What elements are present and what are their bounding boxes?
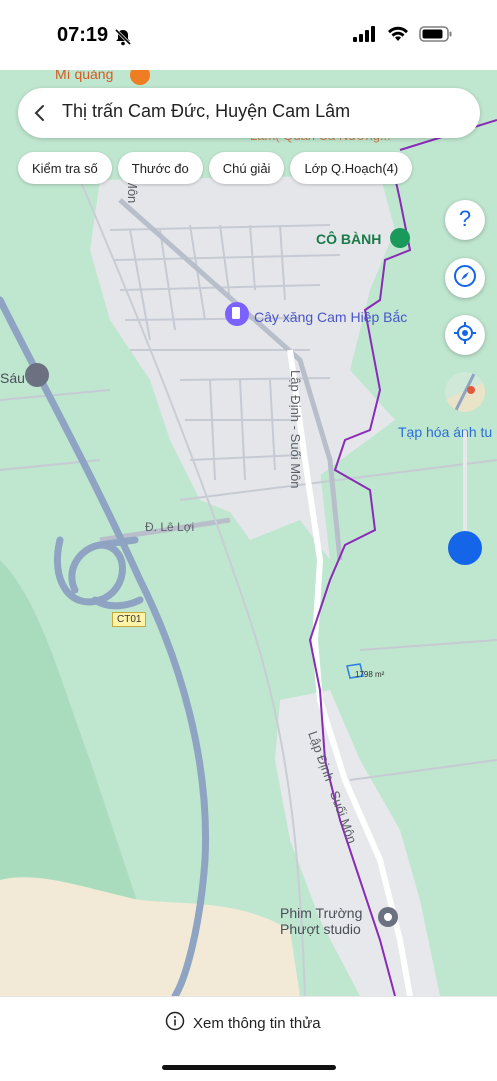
- status-indicators: [353, 26, 453, 47]
- locate-icon: [453, 321, 477, 350]
- road-label: Lập Định - Suối Môn: [288, 370, 303, 489]
- poi-label[interactable]: CÔ BÀNH: [316, 231, 381, 247]
- view-parcel-info-label: Xem thông tin thửa: [193, 1014, 321, 1032]
- chip-measure[interactable]: Thước đo: [117, 152, 203, 184]
- poi-label[interactable]: Cây xăng Cam Hiệp Bắc: [254, 309, 407, 325]
- chip-legend[interactable]: Chú giải: [208, 152, 285, 184]
- home-indicator[interactable]: [162, 1065, 336, 1070]
- map-view[interactable]: Mì quảng Lâm( Quán Ca Nương... CÔ BÀNH C…: [0, 70, 497, 996]
- chip-planning-layers[interactable]: Lớp Q.Hoạch(4): [290, 152, 413, 184]
- search-bar[interactable]: Thị trấn Cam Đức, Huyện Cam Lâm: [18, 88, 480, 138]
- highway-shield: CT01: [112, 612, 147, 627]
- poi-label[interactable]: Mì quảng: [55, 70, 113, 82]
- chip-check-number[interactable]: Kiểm tra số: [18, 152, 112, 184]
- poi-label[interactable]: Phim Trường: [280, 905, 362, 921]
- map-canvas: [0, 70, 497, 996]
- layers-button[interactable]: [445, 372, 485, 412]
- help-icon: ?: [455, 206, 475, 235]
- status-bar: 07:19: [0, 0, 497, 70]
- help-button[interactable]: ?: [445, 200, 485, 240]
- poi-label[interactable]: Sáu: [0, 370, 25, 386]
- back-icon[interactable]: [32, 103, 48, 128]
- poi-label[interactable]: Phượt studio: [280, 921, 361, 937]
- tool-chips: Kiểm tra số Thước đo Chú giải Lớp Q.Hoạc…: [18, 152, 413, 184]
- signal-icon: [353, 26, 377, 47]
- bell-slash-icon: [114, 28, 132, 51]
- svg-text:?: ?: [459, 206, 471, 230]
- info-icon: [165, 1011, 185, 1035]
- road-label: Đ. Lê Lợi: [145, 520, 195, 534]
- bottom-bar: Xem thông tin thửa: [0, 996, 497, 1081]
- zoom-slider-knob[interactable]: [448, 531, 482, 565]
- parcel-area-label[interactable]: 1798 m²: [355, 670, 384, 679]
- compass-icon: [453, 264, 477, 293]
- locate-button[interactable]: [445, 315, 485, 355]
- status-time: 07:19: [57, 24, 109, 46]
- wifi-icon: [387, 26, 409, 47]
- poi-label[interactable]: Tạp hóa ánh tu: [398, 424, 492, 440]
- battery-icon: [419, 26, 453, 47]
- location-title[interactable]: Thị trấn Cam Đức, Huyện Cam Lâm: [62, 101, 350, 122]
- compass-button[interactable]: [445, 258, 485, 298]
- view-parcel-info-button[interactable]: Xem thông tin thửa: [165, 1011, 321, 1035]
